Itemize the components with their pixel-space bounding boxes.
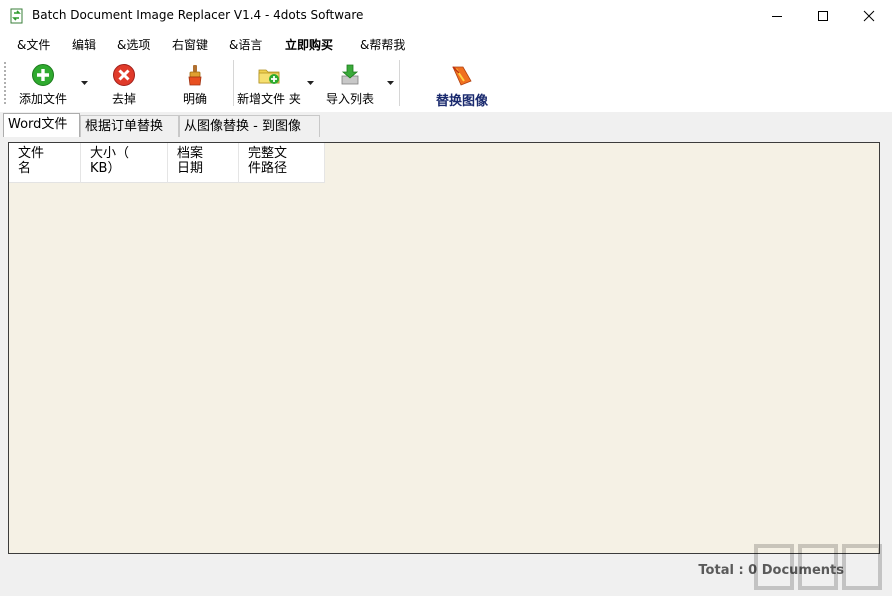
close-icon [863,10,875,21]
menu-options[interactable]: &选项 [117,36,150,53]
app-icon [10,8,23,24]
import-list-button[interactable]: 导入列表 [320,62,380,108]
menu-file[interactable]: &文件 [17,36,50,53]
remove-red-icon [113,64,135,86]
clear-button[interactable]: 明确 [170,62,220,108]
brush-icon [188,65,202,86]
title-bar: Batch Document Image Replacer V1.4 - 4do… [0,0,892,31]
window-title: Batch Document Image Replacer V1.4 - 4do… [32,8,364,22]
watermark-logo [754,544,882,590]
menu-context[interactable]: 右窗键 [172,36,208,53]
column-header-date[interactable]: 档案 日期 [168,143,239,183]
toolbar-separator [399,60,400,106]
column-header-full-path[interactable]: 完整文 件路径 [239,143,325,183]
toolbar-grip[interactable] [4,62,6,104]
minimize-icon [772,15,782,17]
menu-language[interactable]: &语言 [229,36,262,53]
remove-button[interactable]: 去掉 [99,62,149,108]
add-folder-dropdown-icon[interactable] [307,81,314,85]
column-header-file-name[interactable]: 文件 名 [9,143,81,183]
maximize-button[interactable] [800,0,846,31]
tab-image-to-image[interactable]: 从图像替换 - 到图像 [179,115,320,137]
add-folder-label: 新增文件 夹 [237,92,301,106]
content-area: 文件 名 大小（ KB） 档案 日期 完整文 件路径 [0,137,892,559]
replace-images-button[interactable]: 替换图像 [424,62,500,109]
menu-edit[interactable]: 编辑 [72,36,96,53]
add-file-button[interactable]: 添加文件 [12,62,74,108]
menu-help[interactable]: &帮帮我 [360,36,405,53]
toolbar: 添加文件 去掉 明确 新增文件 夹 导入列表 替换图像 [0,56,892,110]
import-list-label: 导入列表 [325,92,374,106]
tab-strip: Word文件 根据订单替换 从图像替换 - 到图像 [0,112,892,138]
tab-replace-by-order[interactable]: 根据订单替换 [80,115,179,137]
add-green-icon [32,64,54,86]
toolbar-separator [233,60,234,106]
remove-label: 去掉 [111,92,136,106]
maximize-icon [818,10,828,21]
add-folder-button[interactable]: 新增文件 夹 [235,62,303,108]
menu-bar: &文件 编辑 &选项 右窗键 &语言 立即购买 &帮帮我 [0,31,892,56]
close-button[interactable] [846,0,892,31]
add-folder-icon [258,69,280,84]
import-list-dropdown-icon[interactable] [387,81,394,85]
document-list[interactable]: 文件 名 大小（ KB） 档案 日期 完整文 件路径 [8,142,880,554]
list-header: 文件 名 大小（ KB） 档案 日期 完整文 件路径 [9,143,325,183]
replace-image-icon [452,66,472,86]
minimize-button[interactable] [754,0,800,31]
add-file-label: 添加文件 [18,92,67,106]
menu-buy-now[interactable]: 立即购买 [285,36,333,53]
clear-label: 明确 [182,92,207,106]
add-file-dropdown-icon[interactable] [81,81,88,85]
replace-images-label: 替换图像 [435,94,488,109]
import-icon [341,64,359,85]
column-header-size[interactable]: 大小（ KB） [81,143,168,183]
tab-word-files[interactable]: Word文件 [3,113,80,138]
